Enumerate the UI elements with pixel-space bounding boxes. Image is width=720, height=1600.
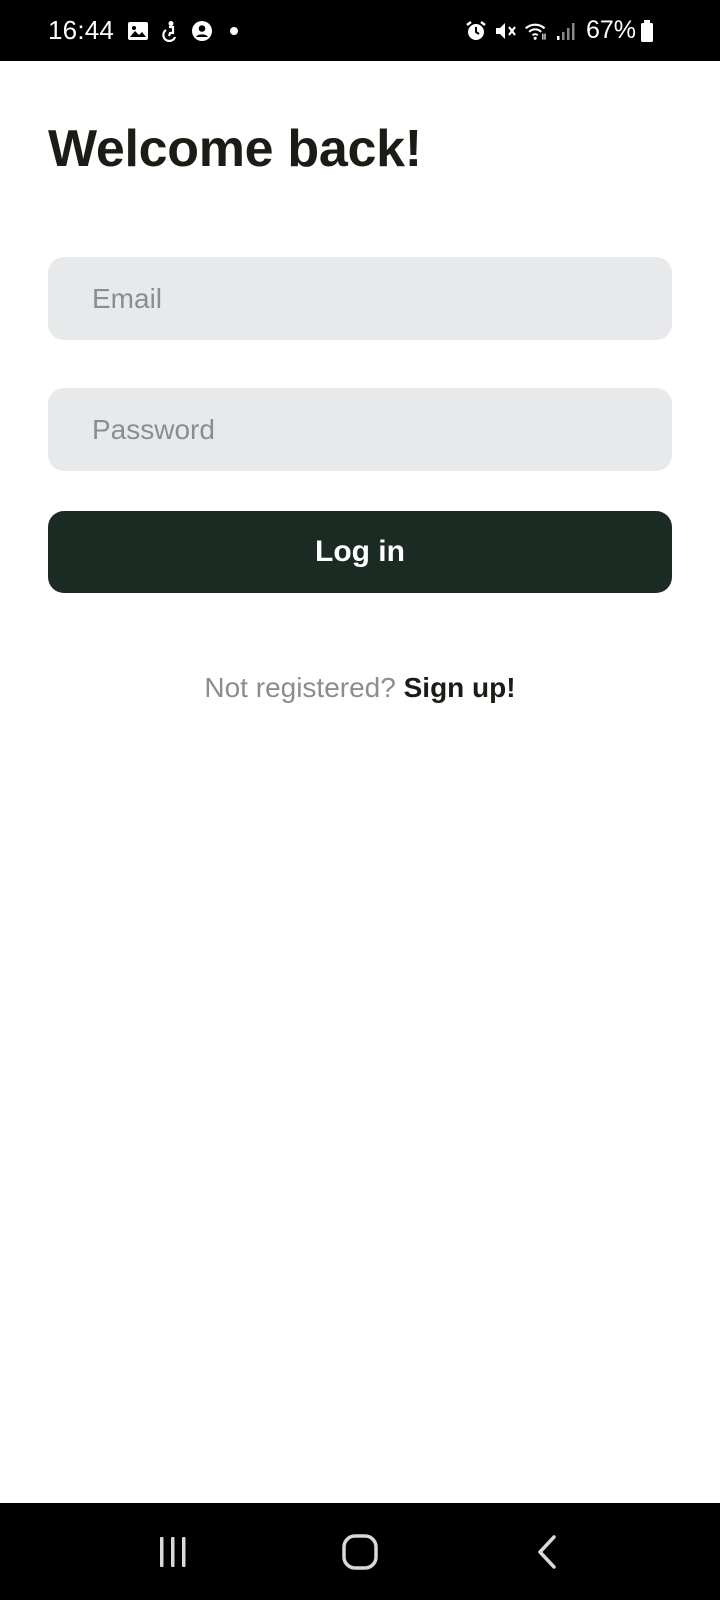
home-button[interactable]	[320, 1522, 400, 1582]
battery-icon	[640, 19, 654, 43]
home-icon	[342, 1533, 378, 1570]
recent-apps-icon	[160, 1536, 186, 1567]
wifi-icon	[524, 19, 548, 43]
recent-apps-button[interactable]	[133, 1522, 213, 1582]
password-field[interactable]	[48, 388, 672, 471]
image-icon	[126, 19, 150, 43]
battery-percent: 67%	[585, 16, 636, 44]
page-title: Welcome back!	[48, 120, 422, 178]
status-time: 16:44	[48, 15, 115, 45]
status-bar-right: 67%	[464, 16, 660, 45]
email-field[interactable]	[48, 257, 672, 340]
back-button[interactable]	[507, 1522, 587, 1582]
signup-prompt: Not registered?	[204, 672, 396, 703]
login-button[interactable]: Log in	[48, 511, 672, 593]
login-form: Welcome back! Log in Not registered? Sig…	[48, 61, 672, 705]
mute-icon	[494, 19, 518, 43]
navigation-bar	[0, 1503, 720, 1600]
signup-link[interactable]: Sign up!	[404, 672, 516, 703]
status-bar-left: 16:44	[48, 15, 254, 46]
signal-icon	[554, 19, 578, 43]
account-circle-icon	[190, 19, 214, 43]
alarm-icon	[464, 19, 488, 43]
dot-icon	[222, 19, 246, 43]
login-screen: 16:44 67% Welcome back! Email Log in Not…	[0, 0, 720, 1600]
status-bar: 16:44 67%	[0, 0, 720, 61]
accessibility-icon	[158, 19, 182, 43]
back-icon	[537, 1534, 556, 1569]
signup-row: Not registered? Sign up!	[48, 671, 672, 705]
